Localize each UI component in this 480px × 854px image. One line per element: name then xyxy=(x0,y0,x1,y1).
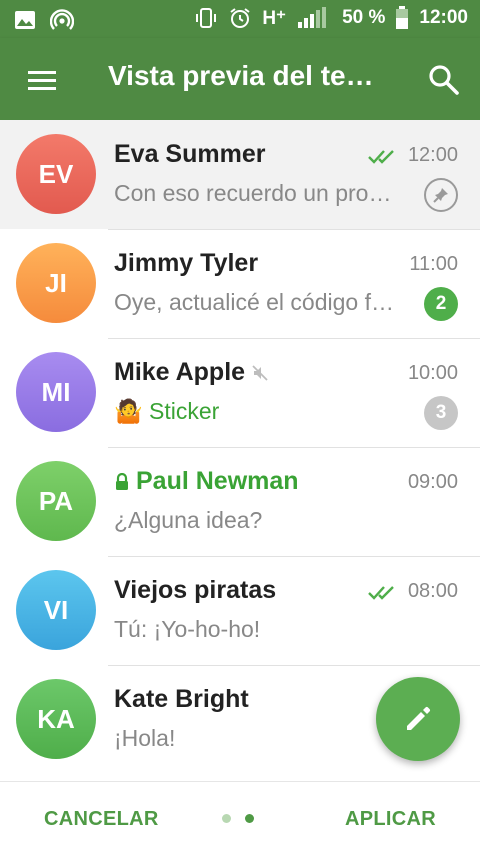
menu-icon[interactable] xyxy=(22,66,62,96)
app-bar: Vista previa del te… xyxy=(0,38,480,120)
chat-name: Paul Newman xyxy=(114,467,299,496)
avatar: JI xyxy=(16,243,96,323)
avatar: PA xyxy=(16,461,96,541)
chat-name: Kate Bright xyxy=(114,685,249,713)
divider xyxy=(108,447,480,448)
network-type: H⁺ xyxy=(262,7,287,29)
chat-row[interactable]: PA Paul Newman 09:00 ¿Alguna idea? xyxy=(0,447,480,556)
apply-button[interactable]: APLICAR xyxy=(345,808,436,831)
double-check-icon xyxy=(368,585,394,600)
media-label: Sticker xyxy=(149,398,220,424)
pencil-icon xyxy=(407,706,431,730)
alarm-icon xyxy=(230,8,250,28)
chat-row[interactable]: MI Mike Apple 10:00 🤷 Sticker 3 xyxy=(0,338,480,447)
unread-badge: 2 xyxy=(424,287,458,321)
pin-icon xyxy=(424,178,458,212)
status-bar: H⁺ 50 % 12:00 xyxy=(0,0,480,38)
chat-row[interactable]: EV Eva Summer 12:00 Con eso recuerdo un … xyxy=(0,120,480,229)
divider xyxy=(108,338,480,339)
signal-icon xyxy=(298,7,327,28)
divider xyxy=(108,229,480,230)
chat-preview: Oye, actualicé el código f… xyxy=(114,289,394,315)
chat-time: 11:00 xyxy=(409,253,458,275)
chat-name: Mike Apple xyxy=(114,358,269,387)
chat-name: Jimmy Tyler xyxy=(114,249,259,277)
page-title: Vista previa del te… xyxy=(108,60,374,91)
chat-preview: ¿Alguna idea? xyxy=(114,507,263,533)
chat-name: Eva Summer xyxy=(114,140,266,168)
double-check-icon xyxy=(368,149,394,164)
cancel-button[interactable]: CANCELAR xyxy=(44,808,159,831)
chat-time: 10:00 xyxy=(407,362,458,384)
unread-badge: 3 xyxy=(424,396,458,430)
battery-percent: 50 % xyxy=(342,7,386,28)
chat-preview: Tú: ¡Yo-ho-ho! xyxy=(114,616,261,642)
chat-preview: Con eso recuerdo un pro… xyxy=(114,180,392,206)
search-icon[interactable] xyxy=(426,62,462,98)
chat-list: EV Eva Summer 12:00 Con eso recuerdo un … xyxy=(0,120,480,774)
chat-time: 12:00 xyxy=(368,144,458,167)
chat-preview: 🤷 Sticker xyxy=(114,398,404,425)
avatar: EV xyxy=(16,134,96,214)
hotspot-icon xyxy=(50,9,74,30)
compose-button[interactable] xyxy=(376,677,460,761)
battery-icon xyxy=(396,6,409,29)
bottom-bar: CANCELAR APLICAR xyxy=(0,781,480,854)
chat-name: Viejos piratas xyxy=(114,576,277,604)
vibrate-icon xyxy=(196,8,217,28)
chat-time: 08:00 xyxy=(368,580,458,603)
shrug-emoji-icon: 🤷 xyxy=(114,398,143,424)
page-dot-active xyxy=(245,814,254,823)
chat-row[interactable]: JI Jimmy Tyler 11:00 Oye, actualicé el c… xyxy=(0,229,480,338)
page-dot xyxy=(222,814,231,823)
status-time: 12:00 xyxy=(419,7,468,28)
gallery-icon xyxy=(15,11,35,29)
lock-icon xyxy=(116,472,128,490)
divider xyxy=(108,556,480,557)
page-indicator xyxy=(222,814,254,823)
chat-preview: ¡Hola! xyxy=(114,725,176,751)
avatar: KA xyxy=(16,679,96,759)
chat-row[interactable]: VI Viejos piratas 08:00 Tú: ¡Yo-ho-ho! xyxy=(0,556,480,665)
avatar: VI xyxy=(16,570,96,650)
avatar: MI xyxy=(16,352,96,432)
chat-time: 09:00 xyxy=(407,471,458,493)
divider xyxy=(108,665,480,666)
mute-icon xyxy=(252,364,268,381)
